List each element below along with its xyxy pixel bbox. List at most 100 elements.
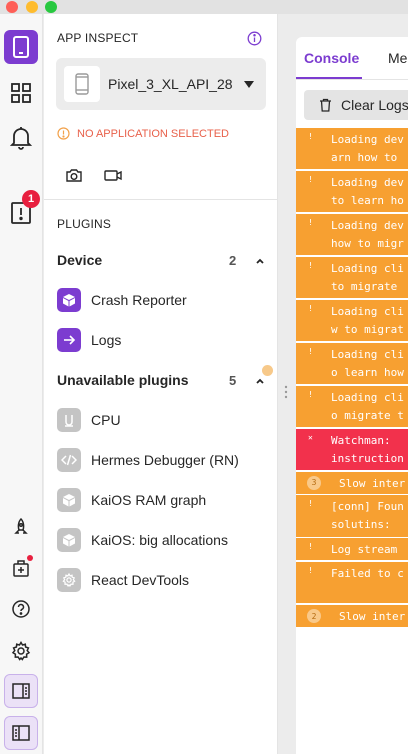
tab-divider — [296, 79, 408, 80]
log-message: [conn] Foun solutins: — [331, 500, 404, 532]
chevron-down-icon — [244, 81, 254, 88]
log-message: Log stream — [331, 543, 404, 557]
plugin-item-crash-reporter[interactable]: Crash Reporter — [57, 288, 187, 312]
plugin-item-react-devtools[interactable]: React DevTools — [57, 568, 189, 592]
tab-metro[interactable]: Me — [388, 50, 407, 66]
help-button[interactable] — [4, 592, 38, 626]
plugin-item-cpu[interactable]: CPU — [57, 408, 121, 432]
app-inspect-button[interactable] — [4, 30, 38, 64]
trash-icon — [320, 98, 331, 112]
log-message: Loading dev arn how to — [331, 133, 404, 164]
toggle-right-sidebar-button[interactable] — [4, 674, 38, 708]
log-message: Loading cli o learn how — [331, 347, 404, 379]
chevron-up-icon[interactable] — [255, 376, 265, 386]
plugins-heading: PLUGINS — [57, 217, 112, 231]
repeat-count-badge: 2 — [307, 609, 321, 624]
launcher-button[interactable] — [4, 510, 38, 544]
log-row-warning[interactable]: ! Loading cli o migrate t — [296, 385, 408, 428]
grid-button[interactable] — [4, 76, 38, 110]
plugin-item-kaios-big-allocations[interactable]: KaiOS: big allocations — [57, 528, 228, 552]
no-app-warning: NO APPLICATION SELECTED — [57, 127, 229, 140]
warning-icon: ! — [308, 260, 313, 270]
phone-icon-box — [64, 66, 100, 102]
log-message: Watchman: instruction — [331, 433, 404, 465]
package-icon — [57, 528, 81, 552]
device-selector[interactable]: Pixel_3_XL_API_28 — [56, 58, 266, 110]
log-message: Slow inter — [339, 610, 406, 624]
repeat-count-badge: 3 — [307, 475, 321, 490]
settings-icon — [57, 568, 81, 592]
no-app-text: NO APPLICATION SELECTED — [77, 127, 230, 140]
log-row-warning[interactable]: 3 Slow inter — [296, 471, 408, 494]
info-icon[interactable] — [247, 31, 262, 46]
plugin-sidebar: APP INSPECT Pixel_3_XL_API_28 NO APPLICA… — [44, 14, 278, 754]
log-message: Loading cli o migrate t — [331, 390, 404, 422]
warning-icon: ! — [308, 303, 313, 313]
log-row-warning[interactable]: ! Log stream — [296, 538, 408, 561]
bell-icon — [10, 127, 32, 150]
log-message: Loading dev to learn ho — [331, 175, 404, 207]
zoom-window-button[interactable] — [45, 1, 57, 13]
window-titlebar — [0, 0, 408, 14]
toggle-left-sidebar-button[interactable] — [4, 716, 38, 750]
plugin-label: Logs — [91, 332, 122, 348]
error-icon: ✕ — [308, 432, 313, 442]
device-section-title[interactable]: Device — [57, 252, 102, 268]
clear-logs-label: Clear Logs — [341, 97, 408, 113]
notifications-button[interactable] — [4, 121, 38, 155]
warning-icon: ! — [308, 499, 313, 509]
grid-icon — [11, 83, 31, 103]
log-row-warning[interactable]: ! Loading cli w to migrat — [296, 299, 408, 342]
close-window-button[interactable] — [6, 1, 18, 13]
log-list: ! Loading dev arn how to ! Loading dev to … — [296, 128, 408, 629]
warning-icon: ! — [308, 217, 313, 227]
drag-handle-icon[interactable] — [283, 385, 289, 399]
settings-button[interactable] — [4, 634, 38, 668]
plugin-label: CPU — [91, 412, 121, 428]
log-message: Loading dev how to migr — [331, 218, 404, 250]
log-message: Loading cli w to migrat — [331, 304, 404, 336]
warning-icon: ! — [308, 346, 313, 356]
log-row-warning[interactable]: ! Loading dev how to migr — [296, 213, 408, 256]
log-row-warning[interactable]: ! Loading cli o learn how — [296, 342, 408, 385]
warning-icon: ! — [308, 566, 313, 576]
plugin-label: KaiOS RAM graph — [91, 492, 207, 508]
plugin-item-hermes-debugger[interactable]: Hermes Debugger (RN) — [57, 448, 239, 472]
toggle-left-sidebar-icon — [12, 725, 30, 741]
log-row-error[interactable]: ✕ Watchman: instruction — [296, 428, 408, 471]
sidebar-title: APP INSPECT — [57, 31, 139, 45]
plugin-update-dot — [27, 555, 33, 561]
log-message: Loading cli to migrate — [331, 261, 404, 293]
alerts-button[interactable]: 1 — [4, 190, 40, 230]
plugin-manager-icon — [13, 560, 29, 577]
log-row-warning[interactable]: ! Loading cli to migrate — [296, 256, 408, 299]
plugin-manager-button[interactable] — [4, 551, 38, 585]
log-row-warning[interactable]: ! [conn] Foun solutins: — [296, 495, 408, 537]
log-row-warning[interactable]: ! Loading dev arn how to — [296, 128, 408, 170]
plugin-label: Hermes Debugger (RN) — [91, 452, 239, 468]
chevron-up-icon[interactable] — [255, 256, 265, 266]
device-icon — [13, 36, 29, 58]
help-icon — [12, 600, 30, 618]
log-row-warning[interactable]: ! Failed to c — [296, 562, 408, 604]
cpu-icon — [57, 408, 81, 432]
plugin-label: React DevTools — [91, 572, 190, 588]
plugin-item-kaios-ram-graph[interactable]: KaiOS RAM graph — [57, 488, 206, 512]
video-camera-icon[interactable] — [103, 166, 123, 184]
clear-logs-button[interactable]: Clear Logs — [304, 90, 408, 120]
log-row-warning[interactable]: ! Loading dev to learn ho — [296, 170, 408, 213]
unavailable-section-title[interactable]: Unavailable plugins — [57, 372, 188, 388]
console-panel: Console Me Clear Logs ! Loading dev arn h… — [296, 37, 408, 754]
log-message: Slow inter — [339, 476, 406, 490]
device-name: Pixel_3_XL_API_28 — [108, 76, 233, 92]
plugin-label: KaiOS: big allocations — [91, 532, 228, 548]
plugin-item-logs[interactable]: Logs — [57, 328, 121, 352]
camera-icon[interactable] — [64, 166, 84, 184]
code-icon — [57, 448, 81, 472]
log-row-warning[interactable]: 2 Slow inter — [296, 605, 408, 628]
tab-console[interactable]: Console — [304, 50, 359, 66]
arrow-right-icon — [57, 328, 81, 352]
status-dot — [262, 365, 273, 376]
package-icon — [57, 488, 81, 512]
minimize-window-button[interactable] — [26, 1, 38, 13]
